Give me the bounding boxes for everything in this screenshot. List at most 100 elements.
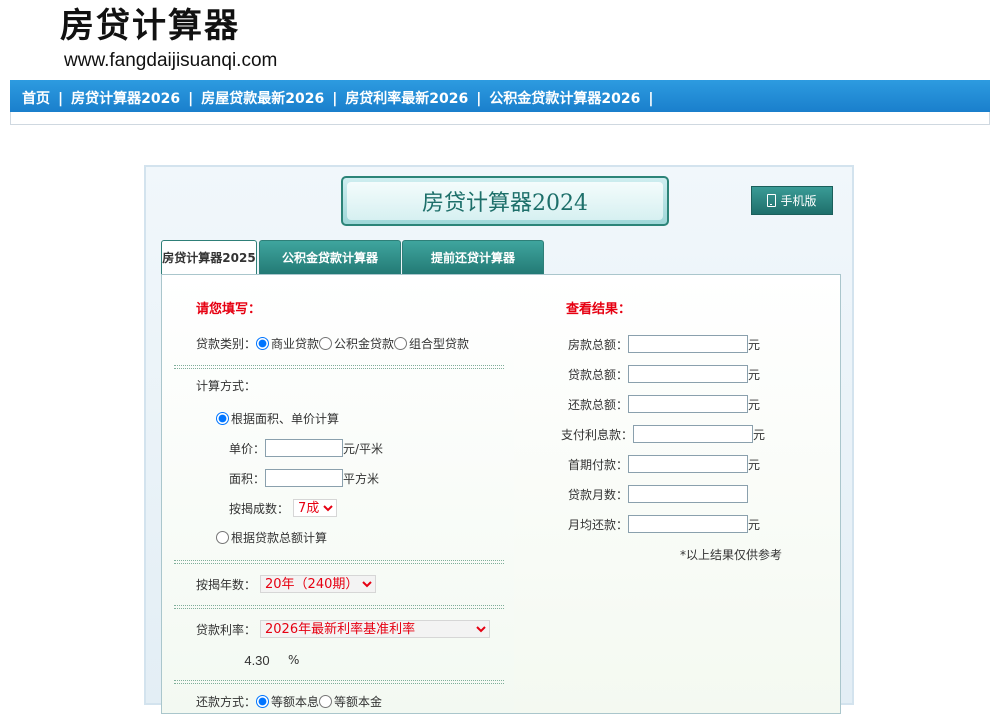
nav-separator: | <box>58 91 64 107</box>
result-label: 贷款总额： <box>568 367 629 382</box>
logo-text: 房贷计算器 <box>60 6 240 46</box>
loan-type-label: 贷款类别： <box>196 337 257 351</box>
divider <box>174 365 504 369</box>
unit-price-label: 单价： <box>229 441 266 456</box>
result-label: 贷款月数： <box>568 487 629 502</box>
result-row-monthly-payment: 月均还款： 元 <box>568 515 760 533</box>
calculator-frame: 房贷计算器2024 手机版 房贷计算器2025 公积金贷款计算器 提前还贷计算器… <box>144 165 854 714</box>
repay-equal-installment-radio[interactable] <box>256 695 270 708</box>
loan-type-combined-label: 组合型贷款 <box>409 337 470 351</box>
years-label: 按揭年数： <box>196 577 257 592</box>
method-total-radio[interactable] <box>216 531 229 544</box>
phone-icon <box>767 194 777 207</box>
nav-separator: | <box>332 91 338 107</box>
ratio-label: 按揭成数： <box>229 501 290 516</box>
form-title: 请您填写： <box>196 302 262 317</box>
ratio-select[interactable]: 7成 <box>293 499 338 517</box>
result-row-repay-total: 还款总额： 元 <box>568 395 760 413</box>
tab-prepayment-calculator[interactable]: 提前还贷计算器 <box>402 240 544 274</box>
result-down-payment-field[interactable] <box>628 455 749 473</box>
result-label: 首期付款： <box>568 457 629 472</box>
area-input[interactable] <box>265 469 344 487</box>
mobile-version-button[interactable]: 手机版 <box>751 186 833 215</box>
result-repay-total-field[interactable] <box>628 395 749 413</box>
result-unit: 元 <box>753 427 766 442</box>
repay-equal-principal-radio[interactable] <box>319 695 333 708</box>
rate-value-input[interactable] <box>230 650 284 670</box>
repay-label: 还款方式： <box>196 695 257 709</box>
calculator-banner: 房贷计算器2024 <box>341 176 669 226</box>
result-loan-total-field[interactable] <box>628 365 749 383</box>
nav-separator: | <box>648 91 654 107</box>
result-row-loan-months: 贷款月数： <box>568 485 749 503</box>
method-area-radio[interactable] <box>216 412 229 425</box>
loan-type-combined-radio[interactable] <box>394 337 408 350</box>
years-select[interactable]: 20年（240期） <box>260 575 377 593</box>
result-unit: 元 <box>748 367 761 382</box>
result-row-loan-total: 贷款总额： 元 <box>568 365 760 383</box>
calc-method-label: 计算方式： <box>196 379 257 393</box>
nav-separator: | <box>476 91 482 107</box>
nav-home[interactable]: 首页 <box>22 91 50 107</box>
unit-price-row: 单价： 元/平米 <box>229 439 383 457</box>
input-form: 请您填写： 贷款类别： 商业贷款 公积金贷款 组合型贷款 计算方式： 根据面积、… <box>162 275 515 713</box>
rate-label: 贷款利率： <box>196 622 257 637</box>
result-unit: 元 <box>748 337 761 352</box>
divider <box>174 560 504 564</box>
result-loan-months-field[interactable] <box>628 485 749 503</box>
rate-unit: % <box>288 653 300 667</box>
results-note: *以上结果仅供参考 <box>680 548 783 562</box>
divider <box>174 680 504 684</box>
result-monthly-payment-field[interactable] <box>628 515 749 533</box>
result-unit: 元 <box>748 457 761 472</box>
results-panel: 查看结果： 房款总额： 元 贷款总额： 元 还款总额： 元 支付利息款： 元 首… <box>514 275 840 713</box>
unit-price-input[interactable] <box>265 439 344 457</box>
rate-value-row: % <box>230 650 299 670</box>
method-total-row: 根据贷款总额计算 <box>216 529 327 546</box>
method-area-row: 根据面积、单价计算 <box>216 410 339 427</box>
logo-url: www.fangdaijisuanqi.com <box>64 50 278 71</box>
mobile-version-label: 手机版 <box>780 194 817 208</box>
result-label: 月均还款： <box>568 517 629 532</box>
rate-row: 贷款利率： 2026年最新利率基准利率 <box>196 620 491 638</box>
banner-title: 房贷计算器2024 <box>347 182 663 220</box>
result-unit: 元 <box>748 397 761 412</box>
loan-type-commercial-radio[interactable] <box>256 337 270 350</box>
unit-price-unit: 元/平米 <box>343 441 384 456</box>
ratio-row: 按揭成数： 7成 <box>229 499 338 517</box>
repay-row: 还款方式： 等额本息 等额本金 <box>196 693 382 710</box>
tab-mortgage-calculator[interactable]: 房贷计算器2025 <box>161 240 257 274</box>
area-label: 面积： <box>229 471 266 486</box>
calculator-panel: 请您填写： 贷款类别： 商业贷款 公积金贷款 组合型贷款 计算方式： 根据面积、… <box>161 274 841 714</box>
result-total-price-field[interactable] <box>628 335 749 353</box>
loan-type-provident-radio[interactable] <box>319 337 333 350</box>
years-row: 按揭年数： 20年（240期） <box>196 575 377 593</box>
rate-select[interactable]: 2026年最新利率基准利率 <box>260 620 491 638</box>
area-unit: 平方米 <box>343 471 380 486</box>
loan-type-row: 贷款类别： 商业贷款 公积金贷款 组合型贷款 <box>196 335 469 352</box>
method-area-label: 根据面积、单价计算 <box>231 412 340 426</box>
divider <box>174 605 504 609</box>
result-interest-field[interactable] <box>633 425 754 443</box>
result-unit: 元 <box>748 517 761 532</box>
tab-provident-fund-calculator[interactable]: 公积金贷款计算器 <box>259 240 401 274</box>
nav-mortgage-calculator[interactable]: 房贷计算器2026 <box>71 91 180 107</box>
site-logo[interactable]: 房贷计算器 www.fangdaijisuanqi.com <box>60 6 277 73</box>
area-row: 面积： 平方米 <box>229 469 379 487</box>
nav-provident-fund-calculator[interactable]: 公积金贷款计算器2026 <box>489 91 640 107</box>
result-row-interest: 支付利息款： 元 <box>561 425 765 443</box>
result-label: 支付利息款： <box>561 427 634 442</box>
repay-equal-principal-label: 等额本金 <box>334 695 383 709</box>
nav-separator: | <box>188 91 194 107</box>
result-label: 还款总额： <box>568 397 629 412</box>
loan-type-provident-label: 公积金贷款 <box>334 337 395 351</box>
nav-mortgage-rate[interactable]: 房贷利率最新2026 <box>345 91 468 107</box>
result-label: 房款总额： <box>568 337 629 352</box>
nav-housing-loan[interactable]: 房屋贷款最新2026 <box>201 91 324 107</box>
main-nav: 首页 | 房贷计算器2026 | 房屋贷款最新2026 | 房贷利率最新2026 | 公积金贷款… <box>10 80 990 112</box>
loan-type-commercial-label: 商业贷款 <box>271 337 320 351</box>
repay-equal-installment-label: 等额本息 <box>271 695 320 709</box>
result-row-total-price: 房款总额： 元 <box>568 335 760 353</box>
nav-underbar <box>10 112 990 125</box>
results-title: 查看结果： <box>566 302 632 317</box>
